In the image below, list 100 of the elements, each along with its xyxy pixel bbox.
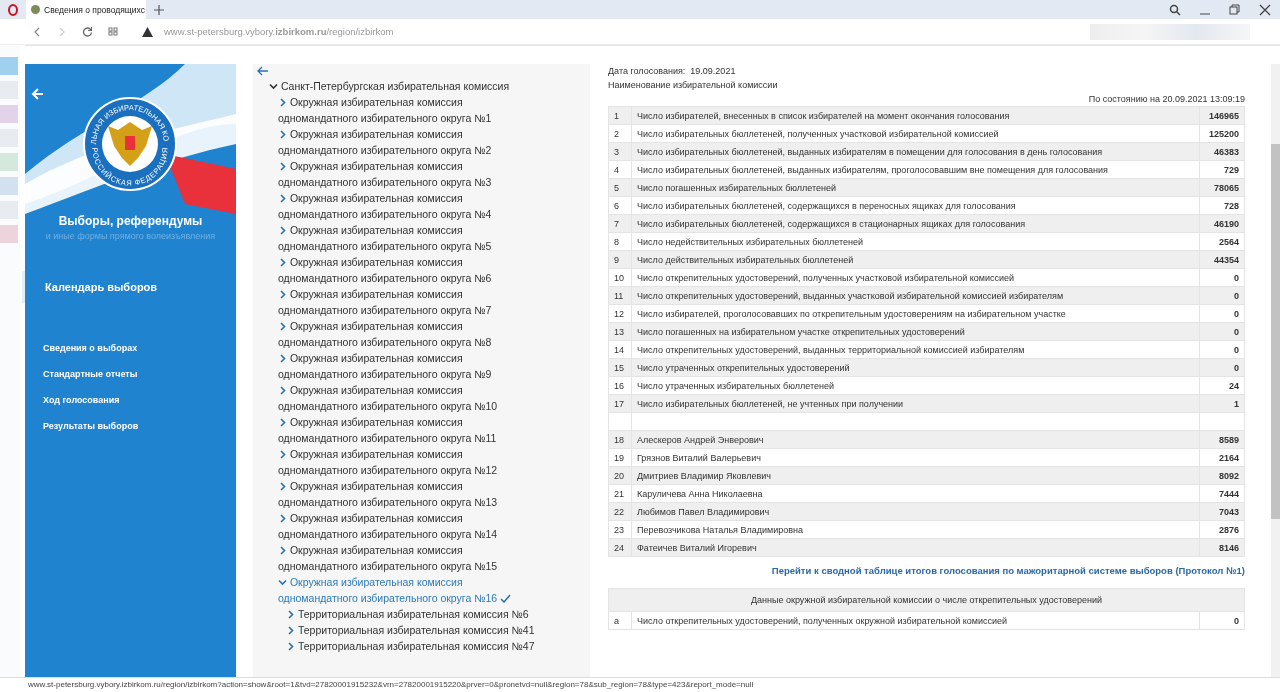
tree-item[interactable]: Санкт-Петербургская избирательная комиссия — [269, 78, 590, 94]
tree-item[interactable]: Окружная избирательная комиссия одномандатного избирательного округа №6 — [278, 254, 538, 286]
status-url: www.st-petersburg.vybory.izbirkom.ru/region/izbirkom?action=show&root=1&tvd=27820001915232&vrn=27820001915220&prver=0&pronetvd=null&region=78&sub_region=78&type=423&report_mode=null — [0, 677, 1280, 692]
chevron-right-icon — [278, 450, 287, 459]
chevron-right-icon — [278, 258, 287, 267]
row-label: Каруличева Анна Николаевна — [631, 484, 1200, 503]
nav-link[interactable]: Результаты выборов — [25, 421, 236, 431]
row-value: 0 — [1199, 611, 1245, 630]
row-value: 0 — [1199, 304, 1245, 323]
commission-name-label: Наименование избирательной комиссии — [608, 79, 779, 92]
row-label: Число избирателей, внесенных в список избирателей на момент окончания голосования — [631, 106, 1200, 125]
nav-link[interactable]: Сведения о выборах — [25, 343, 236, 353]
tree-item[interactable]: Окружная избирательная комиссия одномандатного избирательного округа №14 — [278, 510, 538, 542]
tree-item[interactable]: Окружная избирательная комиссия одномандатного избирательного округа №5 — [278, 222, 538, 254]
search-icon[interactable] — [1169, 3, 1181, 16]
tree-item[interactable]: Окружная избирательная комиссия одномандатного избирательного округа №9 — [278, 350, 538, 382]
row-number: 10 — [608, 268, 632, 287]
tab-title: Сведения о проводящихс — [44, 4, 145, 15]
row-number: 21 — [608, 484, 632, 503]
tree-item[interactable]: Окружная избирательная комиссия одномандатного избирательного округа №16 — [278, 574, 538, 606]
restore-icon[interactable] — [1229, 3, 1241, 16]
row-value: 0 — [1199, 268, 1245, 287]
calendar-link[interactable]: Календарь выборов — [22, 271, 236, 303]
tree-item[interactable]: Окружная избирательная комиссия одномандатного избирательного округа №7 — [278, 286, 538, 318]
row-value: 2876 — [1199, 520, 1245, 539]
row-number: 1 — [608, 106, 632, 125]
nav-link[interactable]: Стандартные отчеты — [25, 369, 236, 379]
table-title: Данные окружной избирательной комиссии о числе открепительных удостоверений — [608, 588, 1245, 612]
opera-logo-icon[interactable] — [8, 3, 18, 16]
row-number: 14 — [608, 340, 632, 359]
tree-item[interactable]: Территориальная избирательная комиссия №6 — [286, 606, 566, 622]
new-tab-icon[interactable] — [154, 4, 164, 15]
tree-item[interactable]: Территориальная избирательная комиссия №47 — [286, 638, 566, 654]
row-label: Грязнов Виталий Валерьевич — [631, 448, 1200, 467]
row-value: 729 — [1199, 160, 1245, 179]
chevron-right-icon — [278, 194, 287, 203]
chevron-right-icon — [278, 386, 287, 395]
back-arrow-icon[interactable] — [257, 66, 269, 76]
row-label: Число открепительных удостоверений, полученных окружной избирательной комиссией — [631, 611, 1200, 630]
close-icon[interactable] — [1259, 3, 1271, 16]
warning-icon[interactable] — [142, 26, 153, 37]
forward-icon[interactable] — [57, 26, 67, 37]
row-number: 4 — [608, 160, 632, 179]
row-number: 16 — [608, 376, 632, 395]
chevron-right-icon — [278, 482, 287, 491]
row-label: Число утраченных избирательных бюллетеней — [631, 376, 1200, 395]
row-label: Перевозчикова Наталья Владимировна — [631, 520, 1200, 539]
tree-item[interactable]: Окружная избирательная комиссия одномандатного избирательного округа №10 — [278, 382, 538, 414]
back-icon[interactable] — [32, 26, 42, 37]
tree-item[interactable]: Окружная избирательная комиссия одномандатного избирательного округа №12 — [278, 446, 538, 478]
chevron-right-icon — [278, 322, 287, 331]
browser-tab[interactable]: Сведения о проводящихс — [26, 0, 146, 19]
row-number: 23 — [608, 520, 632, 539]
row-number: 8 — [608, 232, 632, 251]
checkmark-icon — [500, 594, 512, 603]
tree-item[interactable]: Окружная избирательная комиссия одномандатного избирательного округа №1 — [278, 94, 538, 126]
row-label: Число недействительных избирательных бюллетеней — [631, 232, 1200, 251]
tree-item[interactable]: Окружная избирательная комиссия одномандатного избирательного округа №4 — [278, 190, 538, 222]
row-value: 125200 — [1199, 124, 1245, 143]
row-label: Число избирателей, проголосовавших по открепительным удостоверениям на избирательном участке — [631, 304, 1200, 323]
row-value: 2164 — [1199, 448, 1245, 467]
as-of-timestamp: По состоянию на 20.09.2021 13:09:19 — [1087, 93, 1245, 106]
chevron-right-icon — [278, 98, 287, 107]
chevron-right-icon — [278, 514, 287, 523]
chevron-right-icon — [278, 354, 287, 363]
row-label: Число открепительных удостоверений, выданных территориальной комиссией избирателям — [631, 340, 1200, 359]
row-number: 6 — [608, 196, 632, 215]
nav-link[interactable]: Ход голосования — [25, 395, 236, 405]
scrollbar-thumb[interactable] — [1271, 144, 1280, 519]
tree-item[interactable]: Окружная избирательная комиссия одномандатного избирательного округа №13 — [278, 478, 538, 510]
site-subtitle: и иные формы прямого волеизъявления — [44, 231, 217, 241]
row-label: Число избирательных бюллетеней, полученных участковой избирательной комиссией — [631, 124, 1200, 143]
tree-item[interactable]: Окружная избирательная комиссия одномандатного избирательного округа №3 — [278, 158, 538, 190]
chevron-right-icon — [278, 290, 287, 299]
tree-item[interactable]: Окружная избирательная комиссия одномандатного избирательного округа №15 — [278, 542, 538, 574]
tree-item[interactable]: Окружная избирательная комиссия одномандатного избирательного округа №2 — [278, 126, 538, 158]
reload-icon[interactable] — [82, 26, 93, 37]
summary-table-link[interactable]: Перейти к сводной таблице итогов голосования по мажоритарной системе выборов (Протокол №1) — [771, 565, 1245, 576]
chevron-right-icon — [278, 546, 287, 555]
grid-icon[interactable] — [108, 26, 119, 37]
row-value: 7444 — [1199, 484, 1245, 503]
chevron-down-icon — [278, 578, 287, 587]
row-value: 728 — [1199, 196, 1245, 215]
tree-item[interactable]: Окружная избирательная комиссия одномандатного избирательного округа №8 — [278, 318, 538, 350]
chevron-right-icon — [278, 418, 287, 427]
row-label: Число избирательных бюллетеней, выданных избирателям, проголосовавшим вне помещения для голосования — [631, 160, 1200, 179]
favicon-icon — [31, 5, 40, 14]
tree-item[interactable]: Территориальная избирательная комиссия №41 — [286, 622, 566, 638]
tree-item[interactable]: Окружная избирательная комиссия одномандатного избирательного округа №11 — [278, 414, 538, 446]
row-label: Число избирательных бюллетеней, содержащихся в переносных ящиках для голосования — [631, 196, 1200, 215]
row-number: 2 — [608, 124, 632, 143]
chevron-right-icon — [278, 226, 287, 235]
row-value: 146965 — [1199, 106, 1245, 125]
chevron-down-icon — [269, 82, 278, 91]
row-number: a — [608, 611, 632, 630]
row-number: 19 — [608, 448, 632, 467]
row-label: Число открепительных удостоверений, полученных участковой избирательной комиссией — [631, 268, 1200, 287]
row-value: 24 — [1199, 376, 1245, 395]
row-value: 0 — [1199, 340, 1245, 359]
row-number: 12 — [608, 304, 632, 323]
